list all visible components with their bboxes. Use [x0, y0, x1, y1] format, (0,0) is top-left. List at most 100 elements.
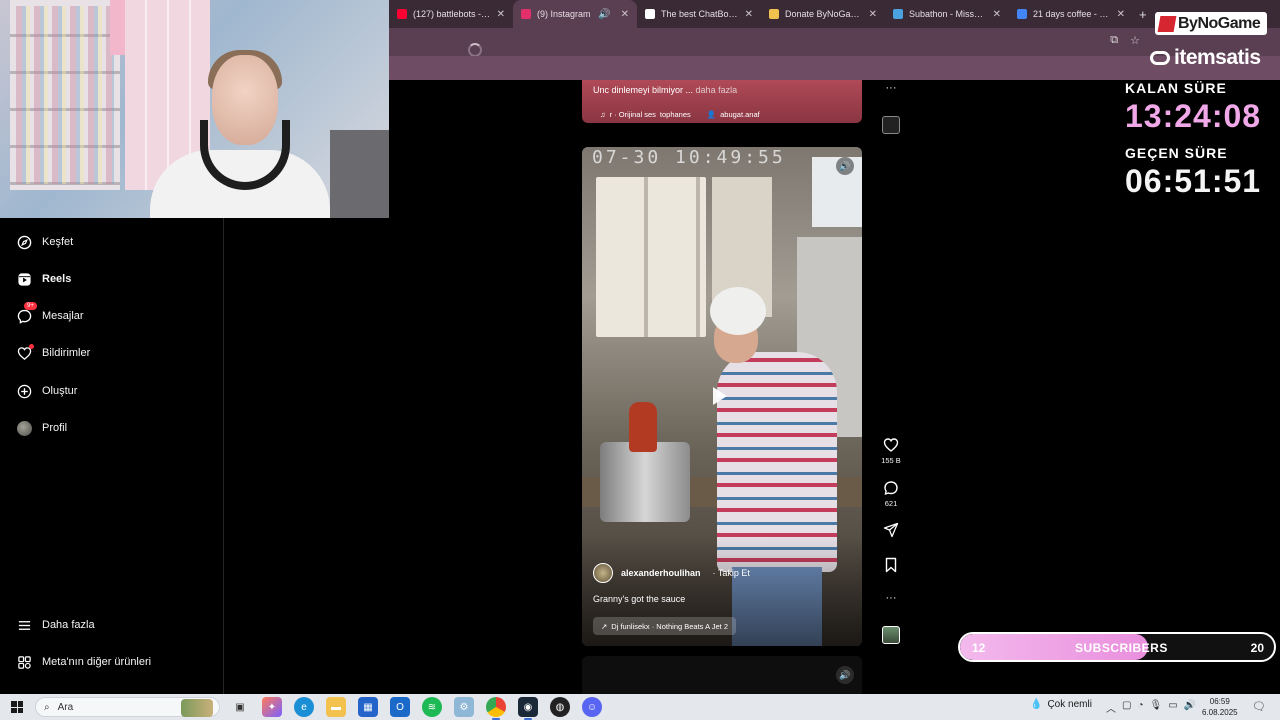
audio-link[interactable]: ♫ r · Orijinal ses tophanes	[600, 110, 691, 119]
tagged-username: abugat.anaf	[720, 110, 760, 119]
subathon-icon	[893, 9, 903, 19]
close-icon[interactable]: ✕	[497, 9, 505, 20]
webcam-overlay	[0, 0, 389, 218]
messenger-icon: 9+	[16, 302, 37, 324]
sidebar-item-explore[interactable]: Keşfet	[16, 232, 73, 252]
close-icon[interactable]: ✕	[621, 9, 629, 20]
network-icon[interactable]: ◔	[1137, 700, 1143, 715]
sidebar-item-create[interactable]: Oluştur	[16, 381, 77, 401]
tab-youtube[interactable]: (127) battlebots - YouTube ✕	[389, 0, 513, 28]
speaker-icon[interactable]: 🔊	[598, 9, 610, 20]
discord-icon[interactable]: ☺	[582, 697, 602, 717]
tab-bar: (127) battlebots - YouTube ✕ (9) Instagr…	[389, 0, 1280, 28]
taskbar-search[interactable]: ⌕ Ara	[35, 697, 220, 717]
author-username[interactable]: alexanderhoulihan	[621, 568, 701, 578]
address-bar[interactable]	[389, 28, 1280, 56]
tab-title: 21 days coffee - Google	[1033, 9, 1111, 19]
task-view-icon[interactable]: ▣	[230, 697, 250, 717]
sidebar-item-more[interactable]: Daha fazla	[16, 615, 95, 635]
device-icon[interactable]: ▢	[1122, 700, 1131, 715]
audio-user: tophanes	[659, 110, 691, 119]
sponsor-name: ByNoGame	[1178, 14, 1261, 32]
close-icon[interactable]: ✕	[1117, 9, 1125, 20]
battery-icon[interactable]: ▭	[1168, 700, 1177, 715]
next-reel[interactable]: 🔊	[582, 656, 862, 694]
edge-icon[interactable]: e	[294, 697, 314, 717]
steam-icon[interactable]: ◉	[518, 697, 538, 720]
reel-more-button[interactable]: ···	[878, 592, 904, 604]
reel-audio-chip[interactable]: ↗ Dj funlisekx · Nothing Beats A Jet 2	[593, 617, 737, 635]
clock-date: 6.08.2025	[1202, 708, 1238, 717]
share-button[interactable]	[878, 522, 904, 538]
notification-center-icon[interactable]: 🗨	[1252, 700, 1266, 713]
tab-instagram[interactable]: (9) Instagram 🔊 ✕	[513, 0, 637, 28]
person-icon: 👤	[706, 110, 717, 119]
reel-audio-thumb[interactable]	[878, 626, 904, 644]
spotify-icon[interactable]: ≋	[422, 697, 442, 717]
elapsed-time-value: 06:51:51	[1125, 163, 1262, 199]
screen: (127) battlebots - YouTube ✕ (9) Instagr…	[0, 0, 1280, 720]
tab-donate[interactable]: Donate ByNoGame ✕	[761, 0, 885, 28]
taskbar-apps: ▣ ✦ e ▬ ▦ O ≋ ⚙ ◉ ◍ ☺	[230, 697, 602, 720]
sidebar-item-meta-products[interactable]: Meta'nın diğer ürünleri	[16, 652, 151, 672]
more-link[interactable]: daha fazla	[696, 85, 738, 95]
previous-reel[interactable]: Unc dinlemeyi bilmiyor ... daha fazla ♫ …	[582, 80, 862, 123]
like-button[interactable]: 155 B	[878, 437, 904, 465]
humidity-drop-icon: 💧	[1030, 699, 1043, 710]
prev-reel-more-button[interactable]: ···	[878, 82, 904, 94]
taskbar-clock[interactable]: 06:59 6.08.2025	[1202, 696, 1238, 718]
chevron-up-icon[interactable]: ︿	[1106, 700, 1116, 715]
menu-icon	[16, 617, 32, 633]
follow-button[interactable]: · Takip Et	[713, 568, 750, 578]
sidebar-item-messages[interactable]: 9+ Mesajlar	[16, 302, 84, 326]
settings-gear-icon[interactable]: ⚙	[454, 697, 474, 717]
author-avatar[interactable]	[593, 563, 613, 583]
notification-dot	[29, 344, 34, 349]
close-icon[interactable]: ✕	[869, 9, 877, 20]
sidebar-item-notifications[interactable]: Bildirimler	[16, 343, 90, 363]
obs-icon[interactable]: ◍	[550, 697, 570, 717]
sidebar-item-label: Mesajlar	[42, 310, 84, 322]
heart-icon	[16, 344, 34, 361]
tab-title: Donate ByNoGame	[785, 9, 863, 19]
weather-widget[interactable]: 💧 Çok nemli	[1030, 699, 1092, 710]
new-tab-button[interactable]: +	[1133, 7, 1153, 22]
save-button[interactable]	[878, 557, 904, 573]
copilot-icon[interactable]: ✦	[262, 697, 282, 717]
microphone-icon[interactable]: 🎙	[1150, 700, 1163, 715]
audio-name: Dj funlisekx · Nothing Beats A Jet 2	[611, 621, 729, 631]
tagged-user[interactable]: 👤 abugat.anaf	[707, 110, 760, 119]
outlook-icon[interactable]: O	[390, 697, 410, 717]
install-app-icon[interactable]: ⧉	[1110, 34, 1118, 47]
close-icon[interactable]: ✕	[993, 9, 1001, 20]
remaining-time-value: 13:24:08	[1125, 98, 1262, 134]
plus-square-icon	[16, 383, 32, 399]
bookshelf	[10, 0, 120, 190]
close-icon[interactable]: ✕	[745, 9, 753, 20]
prev-reel-audio-thumb[interactable]	[878, 116, 904, 134]
chrome-icon[interactable]	[486, 697, 506, 720]
sidebar-item-label: Reels	[42, 273, 72, 285]
file-explorer-icon[interactable]: ▬	[326, 697, 346, 717]
sidebar-item-reels[interactable]: Reels	[16, 269, 71, 289]
more-icon: ···	[885, 592, 897, 604]
play-icon[interactable]	[713, 387, 727, 405]
tab-subathon[interactable]: Subathon - MissXss ✕	[885, 0, 1009, 28]
sidebar-item-label: Profil	[42, 422, 68, 434]
tab-chatbot[interactable]: The best ChatBot and ✕	[637, 0, 761, 28]
windows-start-icon[interactable]	[11, 701, 23, 713]
bookmark-star-icon[interactable]: ☆	[1130, 34, 1140, 47]
sidebar-item-profile[interactable]: Profil	[16, 418, 67, 438]
unread-badge: 9+	[24, 302, 37, 310]
store-icon[interactable]: ▦	[358, 697, 378, 717]
heart-icon	[883, 437, 899, 453]
arrow-icon: ↗	[601, 621, 608, 631]
mute-button[interactable]: 🔊	[836, 157, 854, 175]
tab-google[interactable]: 21 days coffee - Google ✕	[1009, 0, 1133, 28]
volume-icon[interactable]: 🔊	[1184, 700, 1196, 715]
reel-video[interactable]: 07-30 10:49:55 🔊 alexanderhoulihan · Tak…	[582, 147, 862, 646]
sidebar-item-label: Bildirimler	[42, 347, 91, 359]
comment-button[interactable]: 621	[878, 480, 904, 508]
like-count: 155 B	[881, 456, 901, 465]
mute-button[interactable]: 🔊	[836, 666, 854, 684]
